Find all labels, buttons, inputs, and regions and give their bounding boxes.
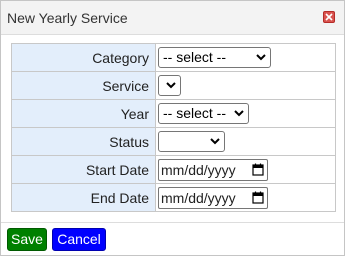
dialog-titlebar[interactable]: New Yearly Service bbox=[1, 1, 344, 35]
chevron-down-icon bbox=[256, 54, 266, 61]
year-select[interactable]: -- select -- bbox=[158, 103, 249, 124]
form-row-service: Service bbox=[11, 71, 336, 100]
form-row-end-date: End Date mm/dd/yyyy bbox=[11, 183, 336, 212]
chevron-down-icon bbox=[210, 138, 220, 145]
form-row-start-date: Start Date mm/dd/yyyy bbox=[11, 155, 336, 184]
year-label: Year bbox=[11, 99, 156, 128]
new-yearly-service-dialog: New Yearly Service Category -- select --… bbox=[0, 0, 345, 256]
dialog-title: New Yearly Service bbox=[7, 10, 128, 26]
category-label: Category bbox=[11, 43, 156, 72]
dialog-footer: Save Cancel bbox=[1, 222, 344, 256]
chevron-down-icon bbox=[234, 110, 244, 117]
service-select[interactable] bbox=[158, 75, 181, 96]
end-date-input[interactable]: mm/dd/yyyy bbox=[158, 186, 268, 209]
category-select-value: -- select -- bbox=[163, 49, 226, 65]
close-x-icon bbox=[325, 13, 333, 21]
end-date-placeholder: mm/dd/yyyy bbox=[161, 189, 236, 206]
year-select-value: -- select -- bbox=[163, 105, 226, 121]
status-label: Status bbox=[11, 127, 156, 156]
calendar-icon[interactable] bbox=[252, 191, 264, 204]
cancel-button[interactable]: Cancel bbox=[52, 228, 106, 251]
start-date-input[interactable]: mm/dd/yyyy bbox=[158, 158, 268, 181]
form-row-category: Category -- select -- bbox=[11, 43, 336, 72]
close-button[interactable] bbox=[323, 11, 335, 23]
end-date-label: End Date bbox=[11, 183, 156, 212]
save-button[interactable]: Save bbox=[7, 228, 47, 251]
start-date-label: Start Date bbox=[11, 155, 156, 184]
chevron-down-icon bbox=[166, 82, 176, 89]
category-select[interactable]: -- select -- bbox=[158, 47, 271, 68]
calendar-icon[interactable] bbox=[252, 163, 264, 176]
form-row-status: Status bbox=[11, 127, 336, 156]
form-row-year: Year -- select -- bbox=[11, 99, 336, 128]
start-date-placeholder: mm/dd/yyyy bbox=[161, 161, 236, 178]
service-label: Service bbox=[11, 71, 156, 100]
status-select[interactable] bbox=[158, 131, 225, 152]
service-form-table: Category -- select -- Service Year -- se… bbox=[11, 43, 336, 212]
